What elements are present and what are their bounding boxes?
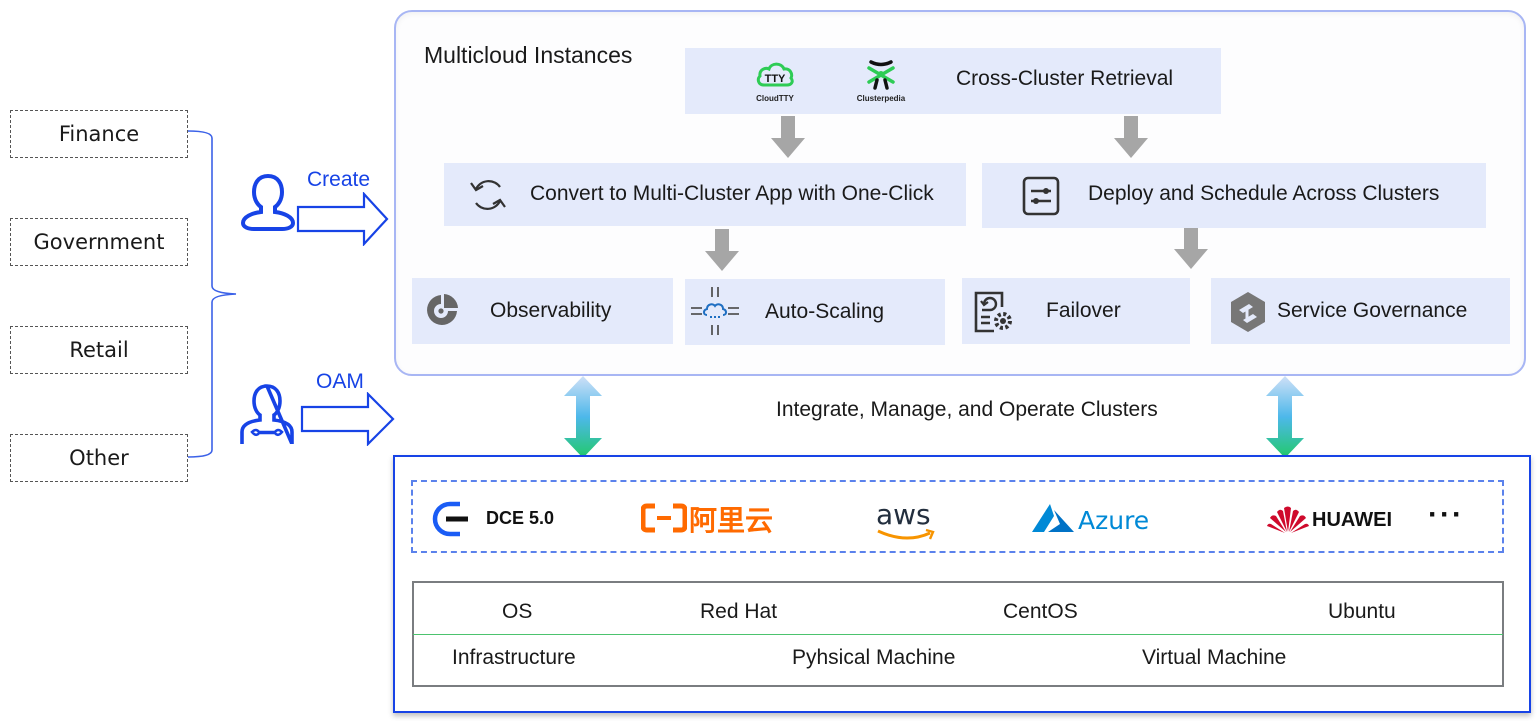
os-item: Ubuntu [1328,600,1396,623]
clusterpedia-label: Clusterpedia [856,94,906,103]
capability-label: Service Governance [1277,299,1468,322]
flow-arrow-icon [1114,116,1148,158]
cloudtty-tool: TTY CloudTTY [747,58,803,103]
infra-item: Pyhsical Machine [792,646,956,669]
infra-item: Virtual Machine [1142,646,1287,669]
huawei-logo-icon [1267,506,1309,533]
operator-icon [240,384,294,444]
industry-label: Other [69,446,129,470]
azure-logo-icon [1032,504,1074,532]
os-item: CentOS [1003,600,1078,623]
observability-icon [427,294,458,325]
svg-text:TTY: TTY [765,73,786,85]
convert-label: Convert to Multi-Cluster App with One-Cl… [530,182,934,205]
integration-label: Integrate, Manage, and Operate Clusters [776,398,1158,421]
aliyun-logo-icon [641,503,687,533]
capability-auto-scaling: Auto-Scaling [685,279,945,345]
industry-other: Other [10,434,188,482]
capability-service-governance: Service Governance [1211,278,1510,344]
flow-arrow-icon [1174,227,1208,269]
os-row-header: OS [502,600,533,623]
clusterpedia-icon [867,60,895,90]
clusterpedia-tool: Clusterpedia [849,58,913,103]
flow-arrow-icon [705,229,739,271]
convert-card: Convert to Multi-Cluster App with One-Cl… [444,163,966,226]
create-arrow-icon [296,192,389,246]
aws-label: aws [876,498,931,531]
industry-government: Government [10,218,188,266]
aws-smile-icon [877,528,935,540]
user-icon [240,173,296,231]
capability-label: Observability [490,299,612,322]
curly-brace [187,130,237,458]
os-item: Red Hat [700,600,778,623]
oam-label: OAM [316,370,364,393]
industry-finance: Finance [10,110,188,158]
cloudtty-icon: TTY [756,62,794,87]
infra-row-header: Infrastructure [452,646,576,669]
dce-logo-icon [432,501,468,537]
platform-table-divider [413,634,1503,635]
cross-cluster-retrieval-label: Cross-Cluster Retrieval [956,67,1174,90]
flow-arrow-icon [771,116,805,158]
service-governance-icon [1231,292,1265,332]
industry-label: Government [33,230,165,254]
create-label: Create [307,168,371,191]
auto-scaling-icon [691,287,739,335]
huawei-label: HUAWEI [1312,509,1392,531]
cross-cluster-retrieval-card: TTY CloudTTY Clusterpedia Cross-Cluster … [685,48,1221,114]
industry-label: Retail [69,338,129,362]
oam-arrow-icon [300,392,395,446]
bidirectional-arrow-icon [564,376,602,458]
capability-failover: Failover [962,278,1190,344]
capability-observability: Observability [412,278,673,344]
azure-label: Azure [1078,506,1150,535]
refresh-icon [470,180,506,210]
industry-retail: Retail [10,326,188,374]
industry-label: Finance [58,122,140,146]
cloudtty-label: CloudTTY [756,94,794,103]
capability-label: Auto-Scaling [765,300,885,323]
dce-label: DCE 5.0 [486,508,555,528]
deploy-card: Deploy and Schedule Across Clusters [982,163,1486,228]
failover-icon [974,291,1012,333]
deploy-label: Deploy and Schedule Across Clusters [1088,182,1440,205]
panel-title: Multicloud Instances [424,42,633,68]
sliders-icon [1022,176,1060,216]
aliyun-label: 阿里云 [689,504,774,537]
capability-label: Failover [1046,299,1121,322]
more-vendors-label: ··· [1428,498,1464,531]
bidirectional-arrow-icon [1266,376,1304,458]
